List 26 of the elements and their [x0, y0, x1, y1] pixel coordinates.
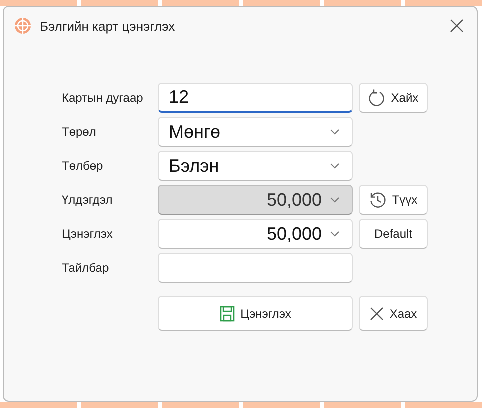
window-title: Бэлгийн карт цэнэглэх	[40, 18, 176, 34]
chevron-down-icon	[330, 163, 340, 169]
app-logo-icon	[14, 17, 32, 35]
dropdown[interactable]: Мөнгө	[158, 117, 353, 147]
dropdown[interactable]: Бэлэн	[158, 151, 353, 181]
search-button[interactable]: Хайх	[359, 83, 428, 113]
field-label: Төлбөр	[62, 159, 104, 173]
save-button[interactable]: Цэнэглэх	[158, 296, 353, 331]
save-icon	[220, 306, 235, 322]
chevron-down-icon	[330, 129, 340, 135]
amount-dropdown[interactable]: 50,000	[158, 219, 353, 249]
text-field[interactable]: 12	[158, 83, 353, 113]
close-button[interactable]: Хаах	[359, 296, 428, 331]
text-field[interactable]	[158, 253, 353, 283]
field-label: Үлдэгдэл	[62, 193, 114, 207]
history-icon	[369, 191, 388, 209]
field-label: Картын дугаар	[62, 91, 144, 105]
default-button[interactable]: Default	[359, 219, 428, 249]
chevron-down-icon	[330, 197, 340, 203]
refresh-icon	[368, 89, 386, 107]
field-label: Тайлбар	[62, 261, 110, 275]
field-label: Цэнэглэх	[62, 227, 114, 241]
field-label: Төрөл	[62, 125, 98, 139]
close-icon	[450, 19, 464, 33]
chevron-down-icon	[330, 231, 340, 237]
close-icon	[370, 306, 384, 320]
